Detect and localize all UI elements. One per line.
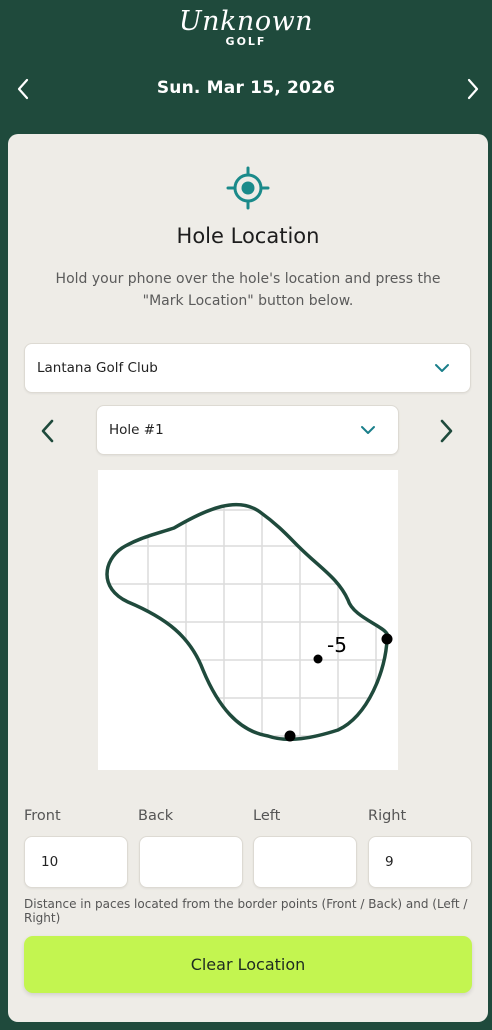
chevron-down-icon <box>435 364 449 372</box>
brand-logo-golf: GOLF <box>225 35 267 48</box>
right-label: Right <box>368 808 407 824</box>
pin-label: -5 <box>327 633 347 657</box>
green-map[interactable]: -5 <box>98 470 398 770</box>
crosshair-icon <box>226 166 270 210</box>
date-bar: Sun. Mar 15, 2026 <box>0 70 492 108</box>
course-select[interactable]: Lantana Golf Club <box>24 343 471 393</box>
right-border-point <box>381 633 393 645</box>
front-border-point <box>284 730 296 742</box>
brand-logo: Unknown GOLF <box>0 4 492 50</box>
front-distance-input[interactable] <box>24 836 128 888</box>
left-label: Left <box>253 808 281 824</box>
back-label: Back <box>138 808 174 824</box>
chevron-down-icon <box>361 426 375 434</box>
left-distance-input[interactable] <box>253 836 357 888</box>
prev-hole-chevron-icon[interactable] <box>38 418 58 444</box>
course-select-value: Lantana Golf Club <box>37 360 158 376</box>
next-hole-chevron-icon[interactable] <box>436 418 456 444</box>
green-grid <box>107 504 388 740</box>
chevron-right-icon[interactable] <box>460 77 484 101</box>
hole-select-value: Hole #1 <box>109 422 164 438</box>
right-distance-input[interactable] <box>368 836 472 888</box>
clear-location-button[interactable]: Clear Location <box>24 936 472 993</box>
front-label: Front <box>24 808 61 824</box>
hole-select[interactable]: Hole #1 <box>96 405 399 455</box>
hole-location-card: Hole Location Hold your phone over the h… <box>8 134 488 1022</box>
instructions-text: Hold your phone over the hole's location… <box>55 271 441 309</box>
distance-help-text: Distance in paces located from the borde… <box>24 897 468 925</box>
pin-marker <box>313 654 323 664</box>
back-distance-input[interactable] <box>139 836 243 888</box>
current-date: Sun. Mar 15, 2026 <box>156 78 336 98</box>
page-title: Hole Location <box>176 224 320 248</box>
